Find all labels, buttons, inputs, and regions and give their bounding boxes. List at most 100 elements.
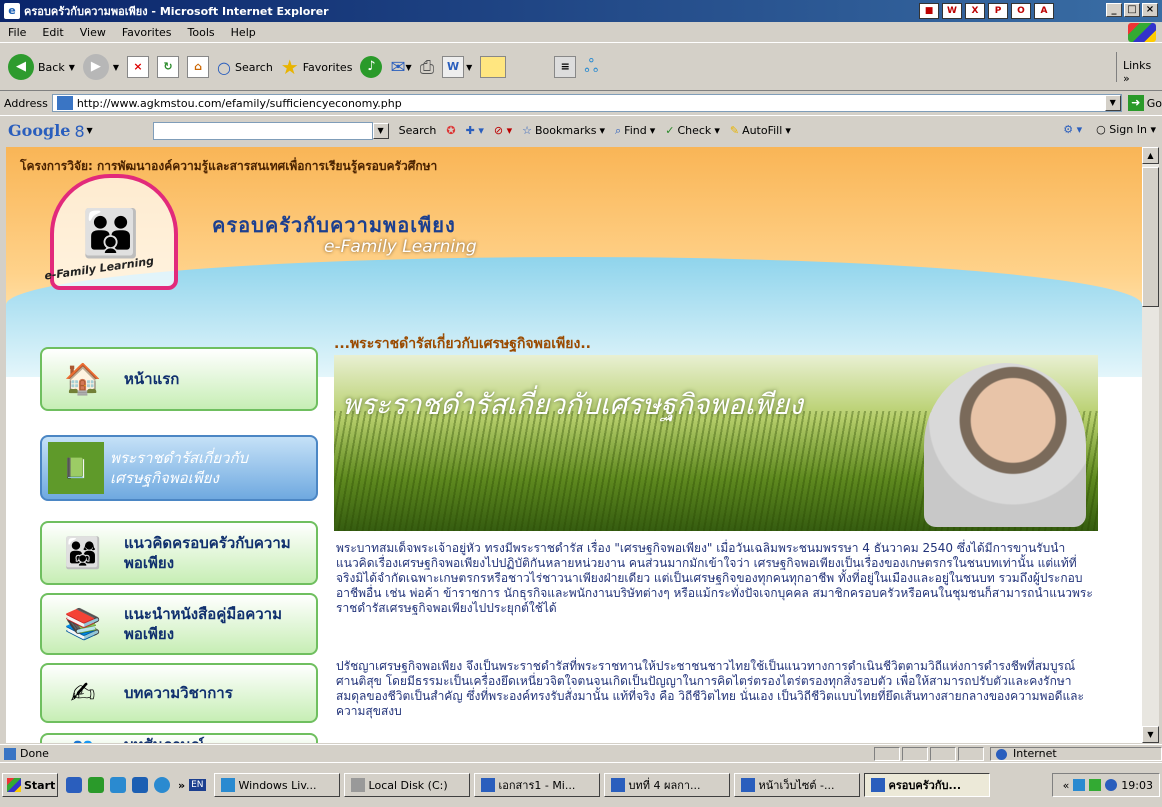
signin-button[interactable]: ○ Sign In ▾ [1096,123,1156,136]
nav-articles-label: บทความวิชาการ [124,684,233,702]
menu-favorites[interactable]: Favorites [114,26,180,39]
efamily-logo[interactable]: 👪 e-Family Learning [44,174,178,290]
search-button[interactable]: ○ Search [217,52,273,82]
favorites-label: Favorites [302,60,353,74]
menu-edit[interactable]: Edit [34,26,71,39]
find-button[interactable]: ⌕ Find ▾ [615,124,655,138]
go-button[interactable]: ➜ Go [1127,95,1162,111]
task-website[interactable]: หน้าเว็บไซต์ -... [733,773,860,797]
browser-quicklaunch-icon[interactable] [132,777,148,793]
access-icon[interactable]: A [1034,3,1054,19]
address-bar: Address http://www.agkmstou.com/efamily/… [0,92,1162,114]
nav-home[interactable]: 🏠 หน้าแรก [40,347,318,411]
links-label: Links [1123,59,1152,72]
scroll-thumb[interactable] [1142,167,1159,307]
update-icon[interactable] [1105,779,1118,791]
menu-file[interactable]: File [0,26,34,39]
site-header: โครงการวิจัย: การพัฒนาองค์ความรู้และสารส… [6,147,1142,377]
task-label: หน้าเว็บไซต์ -... [758,779,835,792]
page-icon [56,96,73,110]
window-title: ครอบครัวกับความพอเพียง - Microsoft Inter… [24,5,329,18]
autofill-icon: ✎ [729,124,740,137]
pagerank-icon[interactable]: ✪ [446,124,455,137]
discuss-icon[interactable] [480,56,507,78]
settings-wrench-icon[interactable]: ⚙ ▾ [1063,123,1082,136]
research-icon[interactable]: ≡ [554,56,577,78]
edit-icon[interactable]: W [442,56,465,78]
google-search-input[interactable] [152,121,373,140]
excel-icon[interactable]: X [965,3,985,19]
signin-label: Sign In [1109,123,1147,136]
google-search-dropdown-icon[interactable]: ▼ [372,122,389,139]
address-dropdown-icon[interactable]: ▼ [1104,95,1121,111]
powerpoint-icon[interactable]: P [988,3,1008,19]
check-button[interactable]: ✓ Check ▾ [665,124,720,137]
media-icon[interactable]: ♪ [360,56,383,78]
back-arrow-icon: ◀ [8,54,34,80]
google-search-button[interactable]: Search [399,124,437,137]
task-windows-live[interactable]: Windows Liv... [213,773,340,797]
go-arrow-icon: ➜ [1127,95,1144,111]
stop-icon[interactable]: × [127,56,150,78]
google-selector[interactable]: 8 [74,122,84,141]
windows-logo-icon [1128,23,1156,42]
status-panes [874,746,984,761]
favorites-button[interactable]: ★ Favorites [281,52,353,82]
bookmarks-button[interactable]: ☆ Bookmarks ▾ [522,124,605,137]
ie-quicklaunch-icon[interactable] [66,777,82,793]
go-label: Go [1146,96,1162,110]
network-icon[interactable] [1073,779,1086,791]
task-local-disk[interactable]: Local Disk (C:) [343,773,470,797]
check-label: Check [677,124,712,137]
paragraph-1: พระบาทสมเด็จพระเจ้าอยู่หัว ทรงมีพระราชดำ… [336,541,1093,615]
title-bar: e ครอบครัวกับความพอเพียง - Microsoft Int… [0,0,1162,22]
messenger-quicklaunch-icon[interactable] [110,777,126,793]
nav-family-concept-label: แนวคิดครอบครัวกับความพอเพียง [124,534,291,572]
google-search-label: Search [398,124,437,137]
language-indicator[interactable]: EN [189,779,206,791]
refresh-icon[interactable]: ↻ [157,56,180,78]
volume-icon[interactable] [1089,779,1102,791]
task-family-page[interactable]: ครอบครัวกับ... [863,773,990,797]
task-document1[interactable]: เอกสาร1 - Mi... [473,773,600,797]
word-icon[interactable]: W [942,3,962,19]
nav-interviews[interactable]: 👥 บทสัมภาษณ์ [40,733,318,743]
autofill-button[interactable]: ✎ AutoFill ▾ [730,124,791,137]
start-button[interactable]: Start [2,773,58,797]
close-button[interactable]: × [1142,3,1158,17]
scroll-up-icon[interactable]: ▲ [1142,147,1159,164]
messenger-icon[interactable]: ஃ [584,56,598,79]
nav-books[interactable]: 📚 แนะนำหนังสือคู่มือความพอเพียง [40,593,318,655]
task-chapter4[interactable]: บทที่ 4 ผลกา... [603,773,730,797]
vertical-scrollbar[interactable]: ▲ ▼ [1142,147,1159,743]
popup-blocker-icon[interactable]: ⊘ ▾ [494,124,512,137]
shortcut-icon[interactable]: ■ [919,3,939,19]
menu-view[interactable]: View [72,26,114,39]
home-icon[interactable]: ⌂ [187,56,210,78]
google-logo[interactable]: Google [8,121,70,140]
menu-help[interactable]: Help [223,26,264,39]
print-icon[interactable]: ⎙ [420,57,434,78]
nav-family-concept[interactable]: 👨‍👩‍👧 แนวคิดครอบครัวกับความพอเพียง [40,521,318,585]
tray-expand-icon[interactable]: « [1063,779,1070,792]
google-plus-icon[interactable]: ✚ ▾ [466,124,484,137]
more-icon[interactable]: » [178,779,185,792]
mail-icon[interactable]: ✉ [390,57,405,78]
desktop-icon[interactable] [88,777,104,793]
menu-tools[interactable]: Tools [180,26,223,39]
links-button[interactable]: Links » [1116,52,1162,85]
project-title: โครงการวิจัย: การพัฒนาองค์ความรู้และสารส… [20,159,438,173]
nav-speech[interactable]: 📗 พระราชดำรัสเกี่ยวกับเศรษฐกิจพอเพียง [40,435,318,501]
minimize-button[interactable]: _ [1106,3,1122,17]
outlook-icon[interactable]: O [1011,3,1031,19]
forward-arrow-icon: ▶ [82,54,109,80]
maximize-button[interactable]: □ [1124,3,1140,17]
scroll-down-icon[interactable]: ▼ [1142,726,1159,743]
media-player-icon[interactable] [154,777,170,793]
star-icon: ★ [280,55,299,79]
forward-button[interactable]: ▶ ▼ [82,52,119,82]
back-button[interactable]: ◀ Back ▼ [8,52,75,82]
nav-articles[interactable]: ✍ บทความวิชาการ [40,663,318,723]
search-icon: ○ [217,57,231,77]
address-input[interactable]: http://www.agkmstou.com/efamily/sufficie… [51,94,1122,112]
